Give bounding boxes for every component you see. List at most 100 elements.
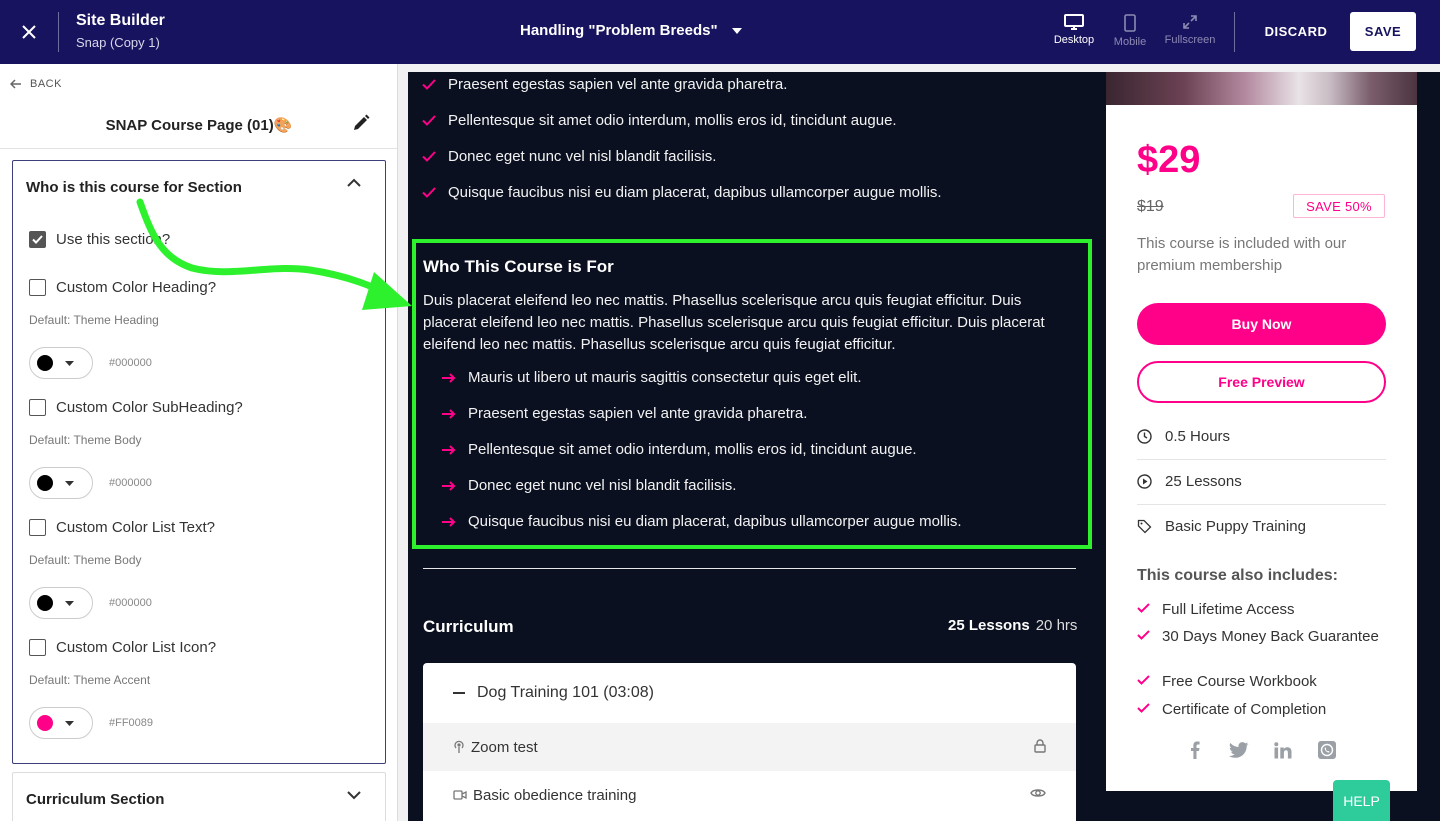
use-section-checkbox[interactable]: Use this section? [29,231,170,248]
checkbox[interactable] [29,279,46,296]
checkbox[interactable] [29,399,46,416]
eye-icon [1030,789,1046,797]
whatsapp-share-button[interactable] [1316,739,1338,761]
pencil-icon [354,114,370,130]
hex-value: #000000 [109,477,152,489]
list-item: Praesent egestas sapien vel ante gravida… [422,76,787,93]
use-section-label: Use this section? [56,231,171,248]
page-selector[interactable]: Handling "Problem Breeds" [520,22,742,39]
save-button[interactable]: SAVE [1350,12,1416,51]
expand-button[interactable] [347,791,361,800]
color-picker[interactable] [29,707,93,739]
hex-value: #FF0089 [109,717,154,729]
list-item-text: Praesent egestas sapien vel ante gravida… [468,405,808,422]
custom-color-heading-checkbox[interactable]: Custom Color Heading? [29,279,216,296]
color-picker[interactable] [29,347,93,379]
broadcast-icon [454,740,464,753]
fullscreen-icon [1183,15,1197,29]
help-button[interactable]: HELP [1333,780,1390,821]
video-icon [453,790,467,800]
divider [58,12,59,52]
lock-icon [1034,739,1046,753]
option-label: Custom Color SubHeading? [56,399,243,416]
collapse-button[interactable] [347,178,361,187]
discard-button[interactable]: DISCARD [1256,24,1336,39]
palette-emoji: 🎨 [273,117,293,134]
lesson-row[interactable]: Basic obedience training [423,771,1076,819]
check-icon [422,187,436,198]
who-section-panel: Who is this course for Section Use this … [12,160,386,764]
arrow-left-icon [10,79,21,89]
linkedin-share-button[interactable] [1272,739,1294,761]
include-text: Free Course Workbook [1162,673,1317,690]
check-icon [1137,603,1150,613]
close-button[interactable] [12,15,46,49]
arrow-right-icon [442,444,456,455]
lessons-count: 25 Lessons [948,617,1030,634]
arrow-right-icon [442,408,456,419]
checkbox-checked[interactable] [29,231,46,248]
twitter-share-button[interactable] [1228,739,1250,761]
checkbox[interactable] [29,519,46,536]
list-item: Donec eget nunc vel nisl blandit facilis… [442,477,736,494]
color-swatch [37,715,53,731]
check-icon [422,115,436,126]
list-item: Praesent egestas sapien vel ante gravida… [442,405,807,422]
edit-page-button[interactable] [352,114,370,132]
selected-section-highlight[interactable] [412,239,1092,549]
whatsapp-icon [1318,741,1336,759]
caret-down-icon [65,480,74,486]
linkedin-icon [1274,741,1292,758]
list-item-text: Quisque faucibus nisi eu diam placerat, … [468,513,962,530]
free-preview-button[interactable]: Free Preview [1137,361,1386,403]
device-desktop-label: Desktop [1053,34,1095,46]
include-text: Certificate of Completion [1162,701,1327,718]
page-title-text: SNAP Course Page (01) [105,117,274,134]
also-includes-title: This course also includes: [1137,567,1338,584]
default-hint: Default: Theme Body [29,553,142,567]
color-swatch [37,475,53,491]
check-icon [422,79,436,90]
desktop-icon [1064,14,1084,30]
app-title: Site Builder [76,12,165,29]
lesson-row[interactable]: Zoom test [423,723,1076,771]
caret-down-icon [65,600,74,606]
list-item-text: Donec eget nunc vel nisl blandit facilis… [468,477,737,494]
back-button[interactable]: BACK [10,78,62,90]
clock-icon [1137,429,1152,444]
section-title: Who is this course for Section [26,179,242,196]
color-picker[interactable] [29,587,93,619]
device-mobile-label: Mobile [1113,36,1147,48]
custom-color-list-icon-checkbox[interactable]: Custom Color List Icon? [29,639,216,656]
device-fullscreen-button[interactable]: Fullscreen [1155,14,1225,46]
custom-color-list-text-checkbox[interactable]: Custom Color List Text? [29,519,215,536]
arrow-right-icon [442,372,456,383]
buy-now-button[interactable]: Buy Now [1137,303,1386,345]
top-bar: Site Builder Snap (Copy 1) Handling "Pro… [0,0,1440,64]
course-image [1106,72,1417,105]
check-icon [1137,675,1150,685]
color-picker[interactable] [29,467,93,499]
list-item-text: Pellentesque sit amet odio interdum, mol… [468,441,917,458]
list-item: Mauris ut libero ut mauris sagittis cons… [442,369,862,386]
module-row[interactable]: Dog Training 101 (03:08) [423,663,1076,723]
divider [0,148,397,149]
list-item-text: Praesent egestas sapien vel ante gravida… [448,76,788,93]
facebook-share-button[interactable] [1184,739,1206,761]
hours-total: 20 hrs [1035,617,1078,634]
curriculum-card: Dog Training 101 (03:08) Zoom test Basic… [423,663,1076,821]
curriculum-section-panel[interactable]: Curriculum Section [12,772,386,821]
minus-icon [453,692,465,694]
module-title: Dog Training 101 (03:08) [477,684,654,701]
default-hint: Default: Theme Accent [29,673,151,687]
include-text: 30 Days Money Back Guarantee [1162,628,1379,645]
page-selector-label: Handling "Problem Breeds" [520,22,718,39]
include-text: Full Lifetime Access [1162,601,1295,618]
checkbox[interactable] [29,639,46,656]
social-links [1184,739,1338,761]
divider [423,568,1076,569]
custom-color-subheading-checkbox[interactable]: Custom Color SubHeading? [29,399,243,416]
check-icon [32,235,43,244]
include-item: Certificate of Completion [1137,701,1387,719]
option-label: Custom Color Heading? [56,279,217,296]
